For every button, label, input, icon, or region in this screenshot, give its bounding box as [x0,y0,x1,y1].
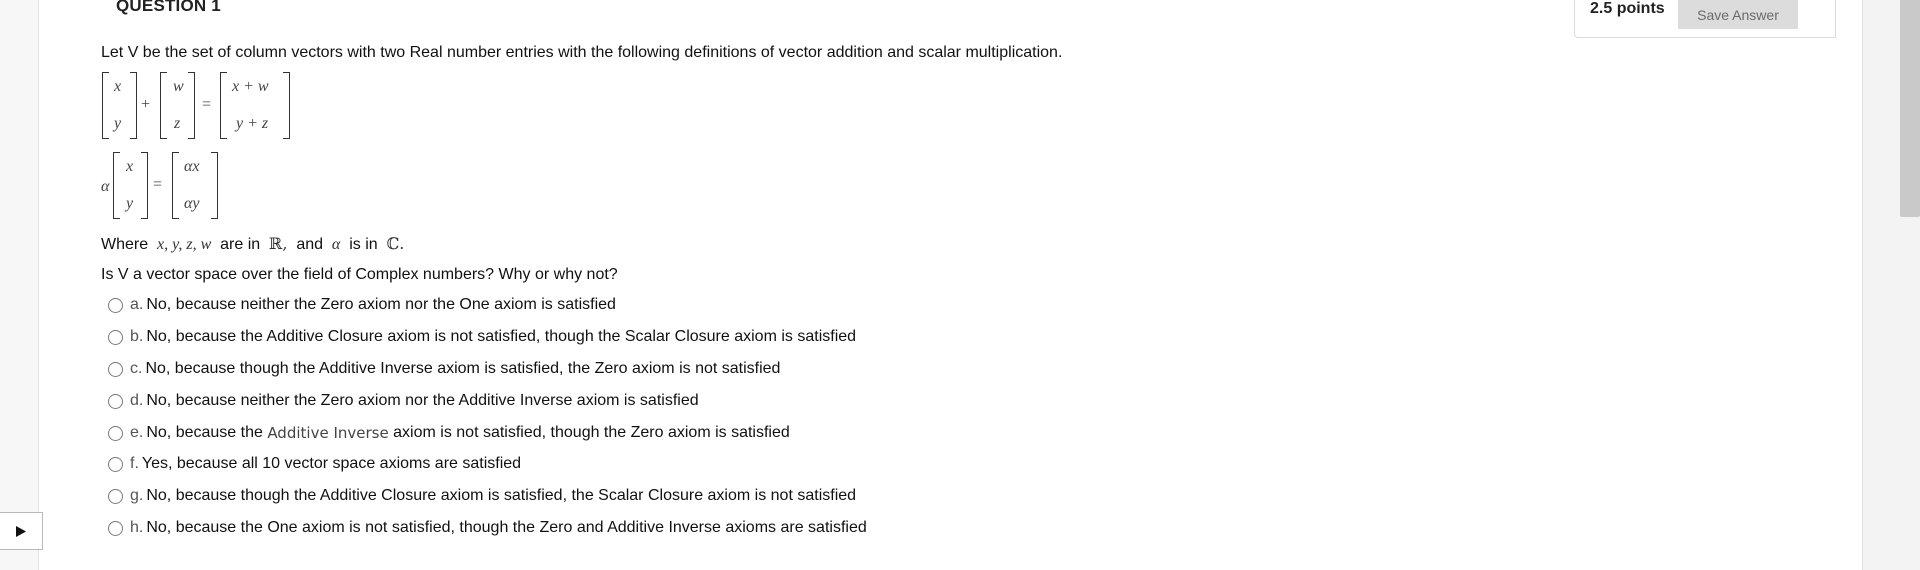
where-are-in: are in [220,236,261,253]
where-is-in: is in [349,236,378,253]
save-answer-button[interactable]: Save Answer [1678,0,1798,29]
bracket [102,72,109,139]
option-c[interactable]: c. No, because though the Additive Inver… [108,359,780,379]
option-letter: f. [130,455,139,472]
bracket [160,72,167,139]
option-letter: a. [130,296,144,313]
matrix-entry: y + z [236,115,269,132]
equals-sign: = [202,96,212,113]
option-letter: g. [130,487,144,504]
bracket [188,72,195,139]
plus-sign: + [141,96,151,113]
matrix-entry: αx [184,158,200,175]
option-e[interactable]: e. No, because the Additive Inverse axio… [108,423,790,443]
option-text-after: axiom is not satisfied, though the Zero … [388,424,790,441]
option-letter: d. [130,392,144,409]
option-text: No, because the Additive Closure axiom i… [146,328,857,345]
bracket [130,72,137,139]
radio-button[interactable] [108,425,123,441]
option-letter: b. [130,328,144,345]
option-g[interactable]: g. No, because though the Additive Closu… [108,486,856,506]
option-text-before: No, because the [146,424,268,441]
matrix-entry: αy [184,195,200,212]
option-text-accent: Additive Inverse [267,424,389,442]
bracket [172,152,179,219]
bracket [220,72,227,139]
question-prompt: Let V be the set of column vectors with … [101,44,1063,61]
reals-symbol: ℝ, [269,234,288,253]
option-text: No, because though the Additive Closure … [146,487,857,504]
bracket [211,152,218,219]
question-ask: Is V a vector space over the field of Co… [101,266,618,283]
radio-button[interactable] [108,329,123,345]
option-text: No, because though the Additive Inverse … [145,360,781,377]
bracket [141,152,148,219]
option-letter: c. [130,360,143,377]
matrix-entry: z [174,115,181,132]
radio-button[interactable] [108,456,123,472]
matrix-entry: y [114,115,122,132]
scrollbar-thumb[interactable] [1900,0,1920,217]
equals-sign: = [153,176,163,193]
radio-button[interactable] [108,361,123,377]
option-text: No, because neither the Zero axiom nor t… [146,296,616,313]
option-text: No, because the One axiom is not satisfi… [146,519,867,536]
radio-button[interactable] [108,297,123,313]
where-vars: x, y, z, w [157,236,212,253]
play-toggle-button[interactable] [0,512,43,550]
matrix-entry: x [126,158,134,175]
option-text: Yes, because all 10 vector space axioms … [141,455,522,472]
option-f[interactable]: f. Yes, because all 10 vector space axio… [108,454,521,474]
matrix-entry: x + w [232,78,269,95]
matrix-entry: y [126,195,134,212]
option-b[interactable]: b. No, because the Additive Closure axio… [108,327,856,347]
radio-button[interactable] [108,520,123,536]
complex-symbol: ℂ. [386,234,405,253]
matrix-entry: w [173,78,184,95]
radio-button[interactable] [108,393,123,409]
where-alpha: α [331,236,341,253]
option-d[interactable]: d. No, because neither the Zero axiom no… [108,391,699,411]
where-statement: Where x, y, z, w are in ℝ, and α is in ℂ… [101,234,404,254]
radio-button[interactable] [108,488,123,504]
where-and: and [296,236,324,253]
points-label: 2.5 points [1590,0,1665,17]
left-gutter [0,0,39,570]
play-icon [16,525,26,537]
question-title: QUESTION 1 [116,0,221,15]
bracket [113,152,120,219]
option-letter: h. [130,519,144,536]
option-a[interactable]: a. No, because neither the Zero axiom no… [108,295,616,315]
matrix-entry: x [114,78,122,95]
where-prefix: Where [101,236,149,253]
alpha-symbol: α [101,178,110,195]
option-letter: e. [130,424,144,441]
option-h[interactable]: h. No, because the One axiom is not sati… [108,518,867,538]
bracket [283,72,290,139]
option-text: No, because neither the Zero axiom nor t… [146,392,699,409]
